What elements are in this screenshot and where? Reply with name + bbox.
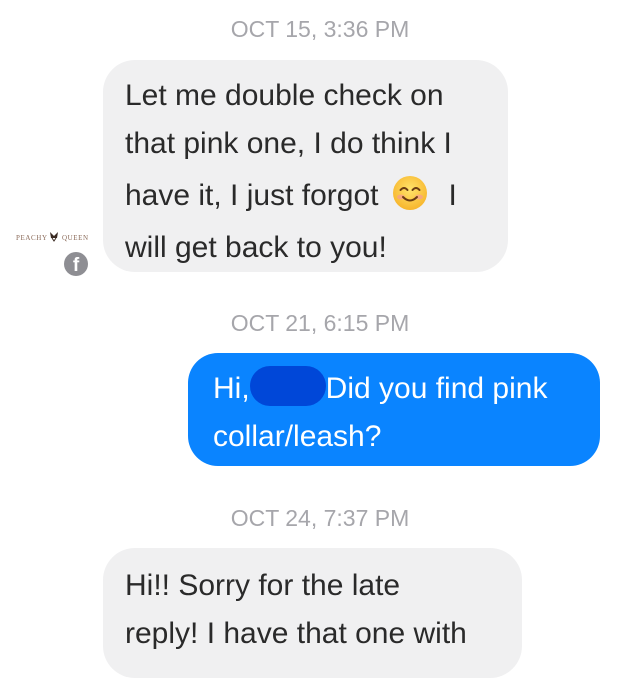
outgoing-message-bubble[interactable]: Hi, Did you find pink collar/leash? xyxy=(188,353,600,466)
message-text-segment: have it, I just forgot xyxy=(125,179,379,212)
message-text-segment: I xyxy=(448,179,457,212)
message-text-line: that pink one, I do think I xyxy=(125,127,452,160)
timestamp: OCT 24, 7:37 PM xyxy=(230,505,410,531)
incoming-message-bubble[interactable]: Let me double check on that pink one, I … xyxy=(103,60,508,272)
shop-logo-avatar-icon: PEACHY QUEEN xyxy=(16,232,89,242)
incoming-message-bubble[interactable]: Hi!! Sorry for the late reply! I have th… xyxy=(103,548,522,678)
message-text-line: Let me double check on xyxy=(125,79,444,112)
message-text-line: Hi, Did you find pink xyxy=(213,365,600,413)
facebook-icon: f xyxy=(64,252,88,276)
svg-text:QUEEN: QUEEN xyxy=(62,234,89,242)
message-text-line: will get back to you! xyxy=(125,231,387,264)
sender-avatar[interactable]: PEACHY QUEEN f xyxy=(14,222,94,278)
message-text-segment: Hi, xyxy=(213,372,250,405)
redacted-name xyxy=(249,366,326,406)
smiling-face-emoji-icon xyxy=(393,176,428,210)
message-text-segment: Did you find pink xyxy=(325,372,548,405)
message-text-line: Hi!! Sorry for the late xyxy=(125,569,401,602)
timestamp: OCT 21, 6:15 PM xyxy=(230,310,410,336)
message-text-line: collar/leash? xyxy=(213,420,382,453)
message-text-line: have it, I just forgot I xyxy=(125,168,508,224)
message-text-line: reply! I have that one with xyxy=(125,617,467,650)
svg-text:PEACHY: PEACHY xyxy=(16,234,48,242)
timestamp: OCT 15, 3:36 PM xyxy=(230,16,410,42)
